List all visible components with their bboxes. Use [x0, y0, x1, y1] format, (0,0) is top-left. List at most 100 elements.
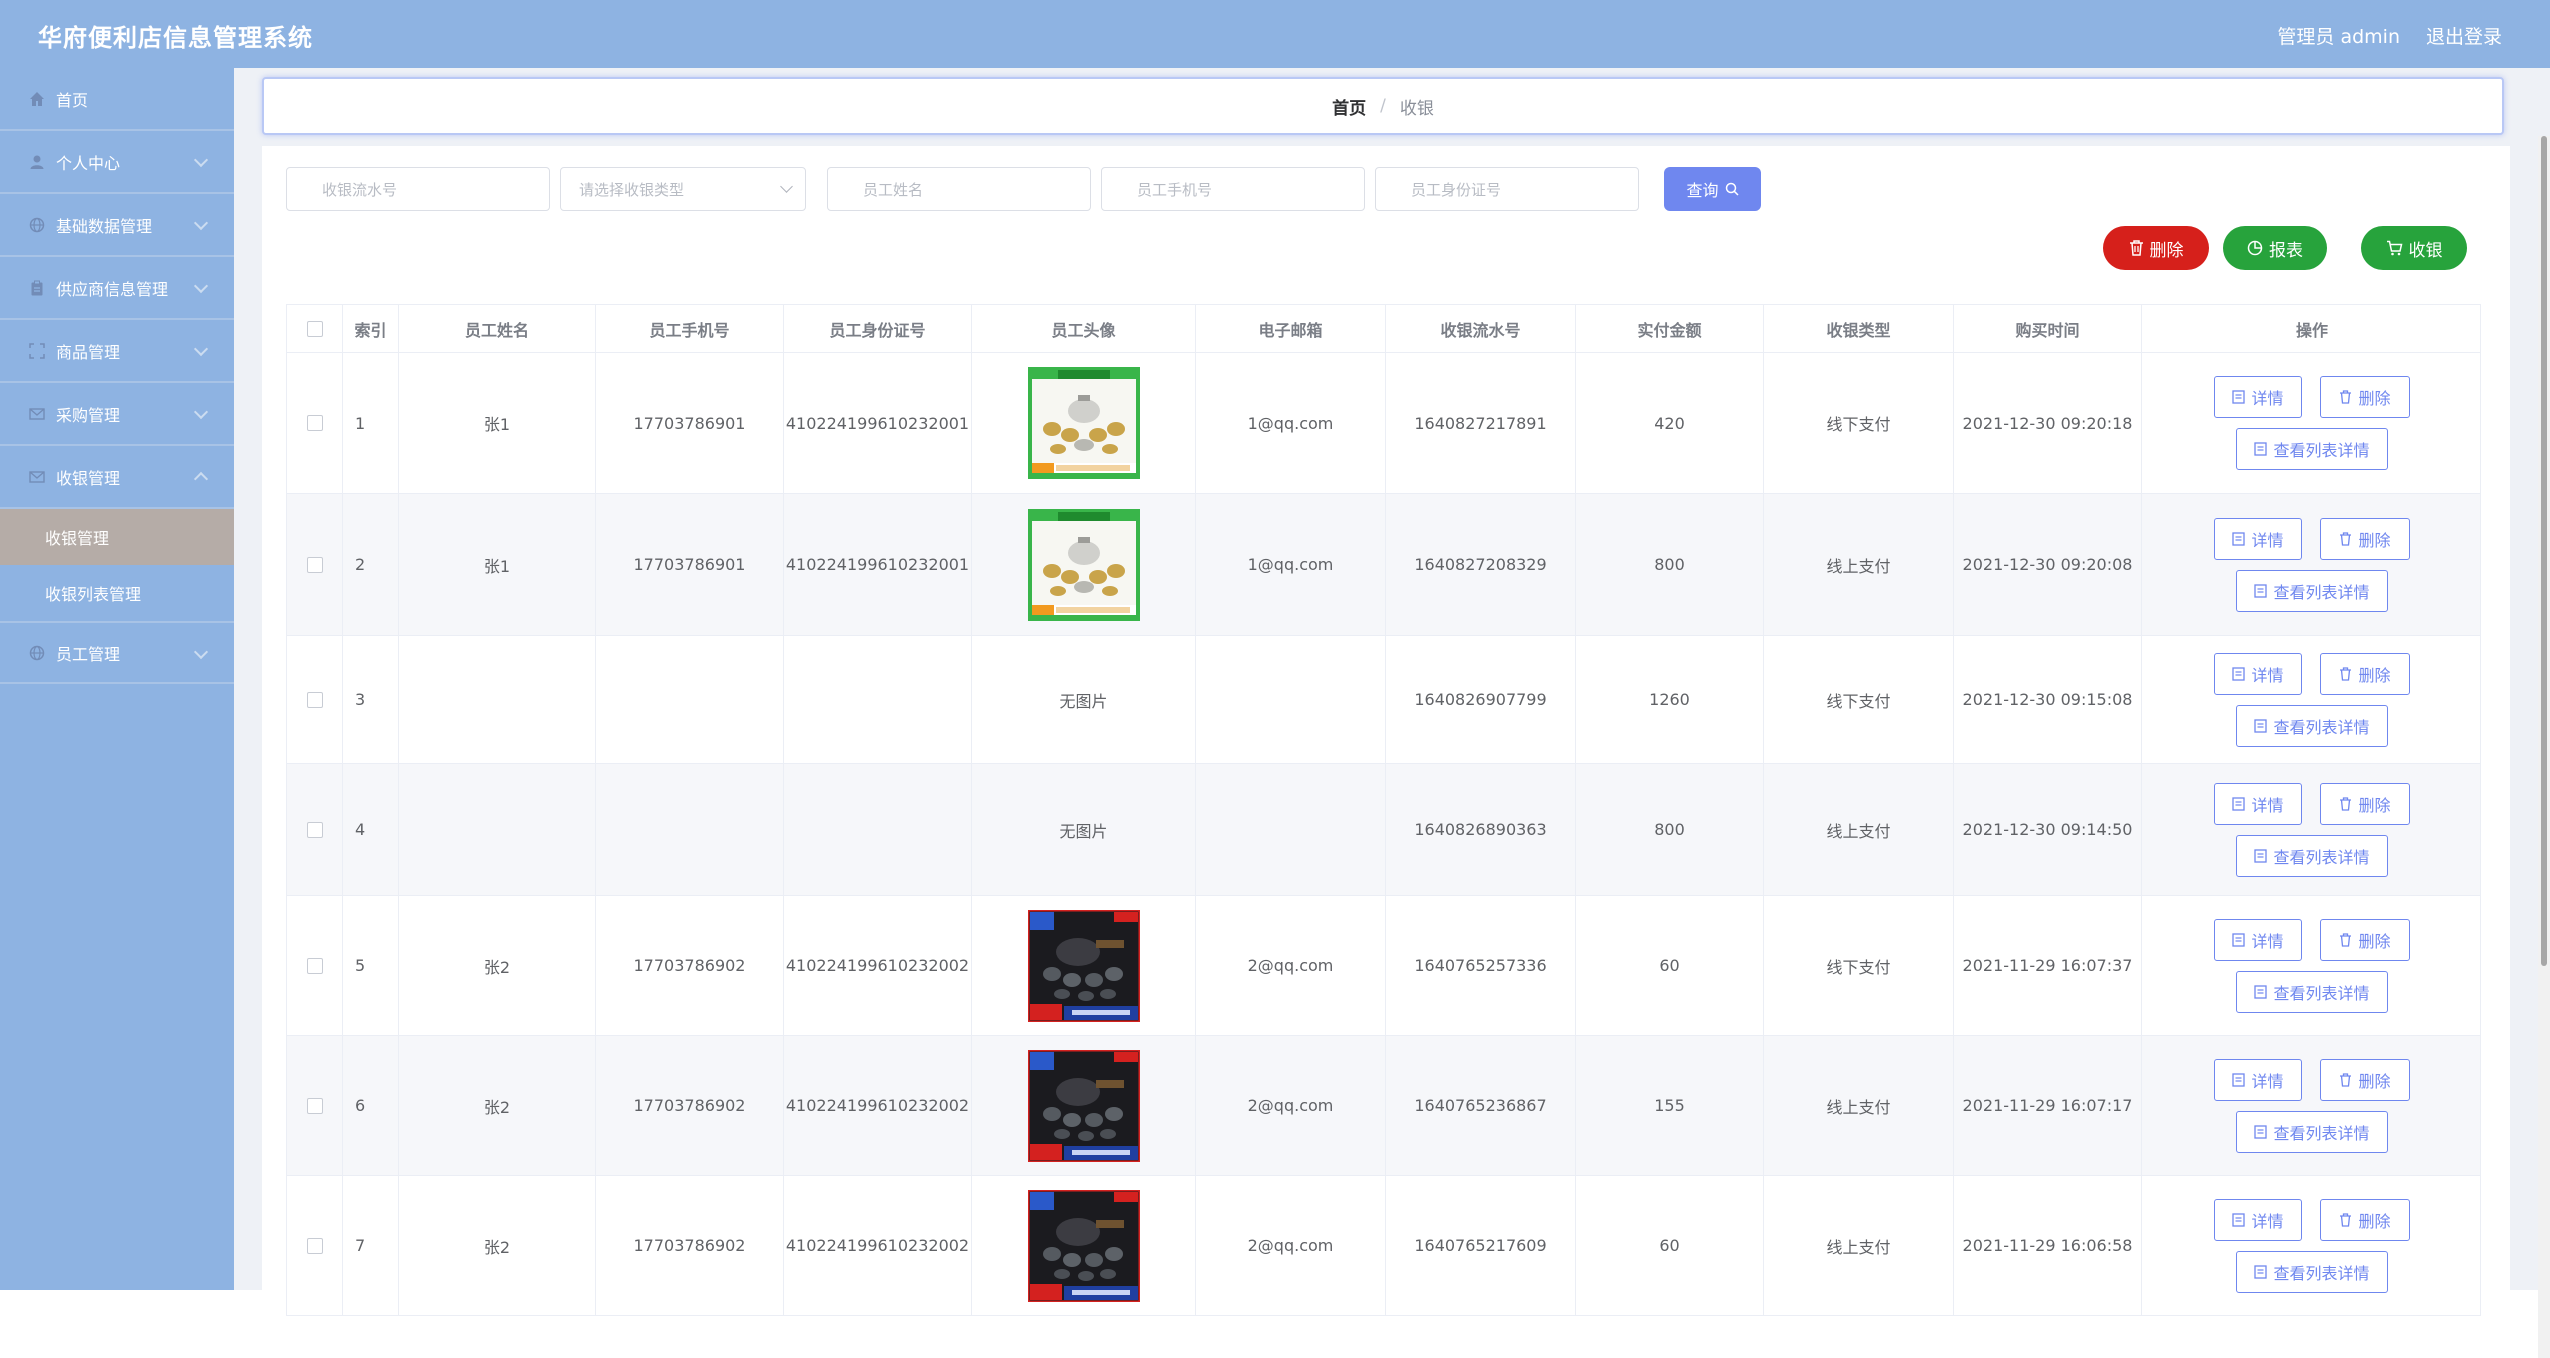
employee-phone-input[interactable]: 员工手机号	[1101, 167, 1365, 211]
sidebar-item-supplier[interactable]: 供应商信息管理	[0, 257, 234, 320]
cashier-button[interactable]: 收银	[2361, 226, 2467, 270]
sidebar-item-staff[interactable]: 员工管理	[0, 621, 234, 684]
view-list-detail-button[interactable]: 查看列表详情	[2236, 704, 2388, 747]
delete-row-button[interactable]: 删除	[2320, 1058, 2410, 1101]
detail-button[interactable]: 详情	[2214, 1198, 2302, 1241]
detail-button[interactable]: 详情	[2214, 1058, 2302, 1101]
operation-buttons-row: 详情 删除	[2214, 376, 2410, 418]
row-checkbox[interactable]	[306, 1237, 323, 1254]
delete-row-button[interactable]: 删除	[2320, 782, 2410, 825]
row-checkbox[interactable]	[306, 415, 323, 431]
view-list-detail-button[interactable]: 查看列表详情	[2236, 834, 2388, 877]
cashier-type-select[interactable]: 请选择收银类型	[560, 167, 806, 211]
table-row: 1 张1 17703786901 410224199610232001 1@qq.com…	[286, 353, 2481, 494]
page-scrollbar[interactable]	[2538, 136, 2550, 1358]
cart-icon	[2386, 240, 2403, 256]
document-icon	[2254, 583, 2268, 598]
sidebar-item-purchase[interactable]: 采购管理	[0, 383, 234, 446]
trash-icon	[2339, 932, 2352, 947]
flow-number-input[interactable]: 收银流水号	[286, 167, 550, 211]
chevron-down-icon	[193, 644, 209, 660]
select-placeholder: 请选择收银类型	[579, 180, 685, 199]
sidebar-item-label: 首页	[56, 90, 89, 110]
view-list-detail-button[interactable]: 查看列表详情	[2236, 1250, 2388, 1293]
home-icon	[28, 90, 46, 108]
detail-button-label: 详情	[2251, 530, 2284, 550]
cell-amount: 800	[1576, 494, 1764, 635]
breadcrumb-home[interactable]: 首页	[1332, 94, 1366, 119]
query-button[interactable]: 查询	[1664, 167, 1761, 211]
cell-email: 1@qq.com	[1196, 353, 1386, 493]
row-checkbox[interactable]	[306, 957, 323, 974]
chevron-down-icon	[780, 180, 793, 193]
detail-button[interactable]: 详情	[2214, 782, 2302, 825]
document-icon	[2254, 1124, 2268, 1139]
cell-avatar	[972, 1036, 1196, 1175]
cell-avatar: 无图片	[972, 636, 1196, 763]
sidebar-item-basic-data[interactable]: 基础数据管理	[0, 194, 234, 257]
cell-operations: 详情 删除查看列表详情	[2142, 764, 2482, 895]
sidebar-item-goods[interactable]: 商品管理	[0, 320, 234, 383]
cell-phone: 17703786901	[596, 353, 784, 493]
delete-row-button[interactable]: 删除	[2320, 517, 2410, 560]
detail-button-label: 详情	[2251, 1211, 2284, 1231]
view-list-detail-button[interactable]: 查看列表详情	[2236, 428, 2388, 470]
cell-email	[1196, 636, 1386, 763]
document-icon	[2232, 531, 2246, 546]
cell-name: 张2	[399, 1036, 596, 1175]
employee-name-input[interactable]: 员工姓名	[827, 167, 1091, 211]
view-list-detail-button[interactable]: 查看列表详情	[2236, 1110, 2388, 1153]
view-list-detail-button[interactable]: 查看列表详情	[2236, 970, 2388, 1013]
chevron-down-icon	[193, 152, 209, 168]
globe-icon	[28, 644, 46, 662]
sidebar-item-profile[interactable]: 个人中心	[0, 131, 234, 194]
detail-button[interactable]: 详情	[2214, 517, 2302, 560]
row-checkbox[interactable]	[306, 1097, 323, 1114]
mail-icon	[28, 405, 46, 423]
trash-icon	[2129, 240, 2144, 256]
detail-button[interactable]: 详情	[2214, 918, 2302, 961]
cell-flow: 1640827217891	[1386, 353, 1576, 493]
sidebar-subitem-cashier-list[interactable]: 收银列表管理	[0, 565, 234, 621]
employee-id-input[interactable]: 员工身份证号	[1375, 167, 1639, 211]
cell-time: 2021-12-30 09:20:18	[1954, 353, 2142, 493]
detail-button[interactable]: 详情	[2214, 376, 2302, 418]
document-icon	[2232, 932, 2246, 947]
row-checkbox[interactable]	[306, 691, 323, 708]
row-checkbox[interactable]	[306, 556, 323, 573]
cell-type: 线上支付	[1764, 1036, 1954, 1175]
cell-time: 2021-12-30 09:20:08	[1954, 494, 2142, 635]
sidebar-item-cashier[interactable]: 收银管理	[0, 446, 234, 509]
clipboard-icon	[28, 279, 46, 297]
trash-icon	[2339, 1212, 2352, 1227]
logout-link[interactable]: 退出登录	[2426, 22, 2502, 49]
cell-avatar	[972, 1176, 1196, 1315]
batch-delete-button[interactable]: 删除	[2103, 226, 2209, 270]
cell-idcard: 410224199610232001	[784, 494, 972, 635]
cell-avatar: 无图片	[972, 764, 1196, 895]
row-checkbox[interactable]	[306, 821, 323, 838]
delete-row-button[interactable]: 删除	[2320, 1198, 2410, 1241]
select-all-checkbox[interactable]	[306, 320, 323, 337]
cell-flow: 1640827208329	[1386, 494, 1576, 635]
header-cashier-type: 收银类型	[1764, 305, 1954, 352]
sidebar-item-label: 收银管理	[56, 468, 121, 488]
delete-label: 删除	[2149, 240, 2184, 261]
report-button[interactable]: 报表	[2223, 226, 2327, 270]
delete-row-button[interactable]: 删除	[2320, 918, 2410, 961]
delete-row-button[interactable]: 删除	[2320, 652, 2410, 695]
view-list-detail-button-label: 查看列表详情	[2273, 582, 2370, 602]
header-amount: 实付金额	[1576, 305, 1764, 352]
delete-row-button-label: 删除	[2358, 665, 2391, 685]
operation-buttons-row: 详情 删除	[2214, 1058, 2410, 1101]
cell-type: 线上支付	[1764, 1176, 1954, 1315]
sidebar-subitem-cashier[interactable]: 收银管理	[0, 509, 234, 565]
sidebar-item-home[interactable]: 首页	[0, 68, 234, 131]
cell-type: 线下支付	[1764, 896, 1954, 1035]
view-list-detail-button[interactable]: 查看列表详情	[2236, 569, 2388, 612]
cell-name	[399, 636, 596, 763]
detail-button[interactable]: 详情	[2214, 652, 2302, 695]
operation-buttons-row: 详情 删除	[2214, 918, 2410, 961]
scrollbar-thumb[interactable]	[2541, 136, 2547, 966]
delete-row-button[interactable]: 删除	[2320, 376, 2410, 418]
